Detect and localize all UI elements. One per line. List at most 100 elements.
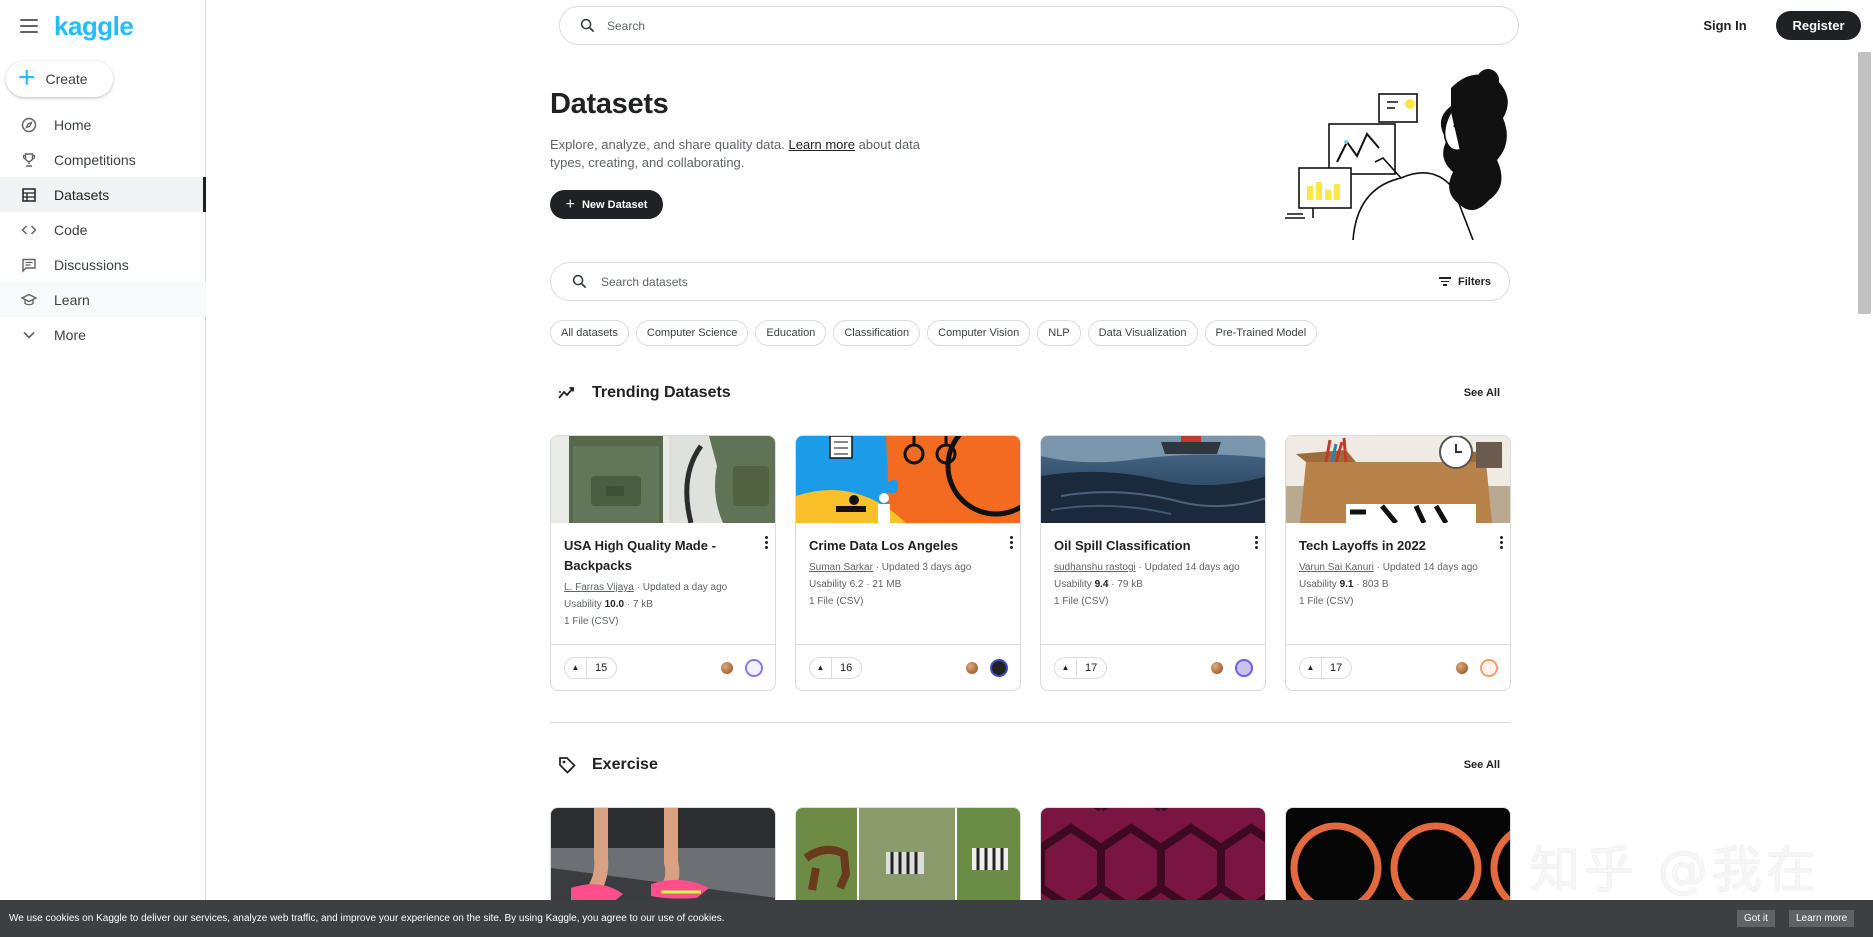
- global-search-input[interactable]: [607, 18, 1518, 33]
- chip-data-visualization[interactable]: Data Visualization: [1087, 320, 1198, 346]
- dataset-search-input[interactable]: [601, 274, 1509, 289]
- chip-computer-vision[interactable]: Computer Vision: [927, 320, 1031, 346]
- cookie-banner: We use cookies on Kaggle to deliver our …: [0, 900, 1873, 937]
- upvote-button[interactable]: ▲ 16: [809, 656, 863, 679]
- card-footer: ▲ 16: [796, 644, 1020, 690]
- usability-score: 10.0: [604, 599, 625, 610]
- usability-score: 9.1: [1339, 579, 1354, 590]
- search-icon: [580, 18, 595, 33]
- author-avatar[interactable]: [745, 658, 763, 677]
- sidebar-item-learn[interactable]: Learn: [0, 282, 206, 317]
- more-options-icon[interactable]: [1008, 536, 1014, 549]
- cookie-learn-more-button[interactable]: Learn more: [1789, 910, 1855, 927]
- see-all-trending-link[interactable]: See All: [1464, 387, 1500, 399]
- intro-text: Explore, analyze, and share quality data…: [550, 137, 789, 152]
- chip-classification[interactable]: Classification: [833, 320, 921, 346]
- dataset-meta: L. Farras Vijaya · Updated a day ago: [564, 579, 762, 596]
- filter-icon: [1438, 277, 1451, 286]
- sidebar: kaggle + Create Home Competitions Datase…: [0, 0, 206, 937]
- chip-computer-science[interactable]: Computer Science: [635, 320, 749, 346]
- hero-illustration: [1283, 68, 1511, 241]
- upvote-button[interactable]: ▲ 15: [564, 656, 618, 679]
- sidebar-item-more[interactable]: More: [0, 317, 206, 352]
- chip-all-datasets[interactable]: All datasets: [550, 320, 629, 346]
- brand: kaggle: [20, 12, 134, 40]
- see-all-exercise-link[interactable]: See All: [1464, 759, 1500, 771]
- scrollbar-thumb[interactable]: [1858, 52, 1871, 314]
- trending-up-icon: [556, 382, 578, 404]
- sidebar-item-label: Learn: [54, 291, 90, 308]
- dataset-card[interactable]: Crime Data Los Angeles Suman Sarkar · Up…: [795, 435, 1021, 691]
- sidebar-item-label: Code: [54, 221, 88, 238]
- dataset-author[interactable]: Suman Sarkar: [809, 562, 873, 573]
- section-title: Trending Datasets: [592, 384, 731, 401]
- sidebar-item-discussions[interactable]: Discussions: [0, 247, 206, 282]
- upvote-button[interactable]: ▲ 17: [1299, 656, 1353, 679]
- usability-label: Usability: [564, 599, 605, 610]
- upvote-arrow-icon: ▲: [1300, 657, 1322, 678]
- vote-count: 17: [1085, 661, 1098, 674]
- dataset-size: · 803 B: [1353, 579, 1389, 590]
- register-button[interactable]: Register: [1776, 11, 1861, 40]
- bronze-medal-icon: [966, 661, 978, 674]
- dataset-title[interactable]: Tech Layoffs in 2022: [1299, 536, 1497, 556]
- dataset-search-bar[interactable]: Filters: [550, 262, 1510, 301]
- card-footer: ▲ 17: [1286, 644, 1510, 690]
- chevron-down-icon: [20, 326, 38, 344]
- upvote-arrow-icon: ▲: [810, 657, 832, 678]
- sidebar-item-competitions[interactable]: Competitions: [0, 142, 206, 177]
- chip-pre-trained-model[interactable]: Pre-Trained Model: [1204, 320, 1318, 346]
- dataset-title[interactable]: Crime Data Los Angeles: [809, 536, 1007, 556]
- got-it-button[interactable]: Got it: [1737, 910, 1775, 927]
- author-avatar[interactable]: [990, 658, 1008, 677]
- dataset-author[interactable]: Varun Sai Kanuri: [1299, 562, 1374, 573]
- chip-nlp[interactable]: NLP: [1037, 320, 1081, 346]
- dataset-thumbnail: [1041, 436, 1265, 523]
- sidebar-nav: Home Competitions Datasets Code Discussi…: [0, 107, 206, 352]
- dataset-updated: · Updated 3 days ago: [872, 562, 972, 573]
- dataset-thumbnail: [551, 436, 775, 523]
- comment-icon: [20, 256, 38, 274]
- sign-in-button[interactable]: Sign In: [1690, 13, 1760, 37]
- kaggle-logo[interactable]: kaggle: [54, 12, 134, 40]
- usability-score: 6.2: [849, 579, 864, 590]
- author-avatar[interactable]: [1235, 658, 1253, 677]
- sidebar-item-home[interactable]: Home: [0, 107, 206, 142]
- dataset-usability: Usability 9.1 · 803 B: [1299, 576, 1497, 593]
- sidebar-item-label: Home: [54, 116, 92, 133]
- chip-education[interactable]: Education: [755, 320, 827, 346]
- dataset-author[interactable]: sudhanshu rastogi: [1054, 562, 1136, 573]
- new-dataset-button[interactable]: + New Dataset: [550, 190, 663, 219]
- more-options-icon[interactable]: [763, 536, 769, 549]
- tag-icon: [556, 754, 578, 776]
- dataset-thumbnail: [1286, 436, 1510, 523]
- dataset-title[interactable]: Oil Spill Classification: [1054, 536, 1252, 556]
- sidebar-item-label: Competitions: [54, 151, 136, 168]
- card-footer: ▲ 15: [551, 644, 775, 690]
- section-title: Exercise: [592, 756, 658, 773]
- upvote-button[interactable]: ▲ 17: [1054, 656, 1108, 679]
- dataset-card[interactable]: USA High Quality Made - Backpacks L. Far…: [550, 435, 776, 691]
- sidebar-item-code[interactable]: Code: [0, 212, 206, 247]
- sidebar-item-datasets[interactable]: Datasets: [0, 177, 206, 212]
- learn-more-link[interactable]: Learn more: [788, 137, 854, 152]
- bronze-medal-icon: [1211, 661, 1223, 674]
- more-options-icon[interactable]: [1498, 536, 1504, 549]
- more-options-icon[interactable]: [1253, 536, 1259, 549]
- author-avatar[interactable]: [1480, 658, 1498, 677]
- dataset-size: · 21 MB: [863, 579, 902, 590]
- dataset-usability: Usability 10.0 · 7 kB: [564, 596, 762, 613]
- dataset-card[interactable]: Oil Spill Classification sudhanshu rasto…: [1040, 435, 1266, 691]
- card-body: Oil Spill Classification sudhanshu rasto…: [1041, 523, 1265, 610]
- dataset-title[interactable]: USA High Quality Made - Backpacks: [564, 536, 762, 576]
- card-body: Crime Data Los Angeles Suman Sarkar · Up…: [796, 523, 1020, 610]
- global-search-bar[interactable]: [559, 6, 1519, 45]
- create-button[interactable]: + Create: [6, 61, 113, 97]
- vote-count: 17: [1330, 661, 1343, 674]
- dataset-files: 1 File (CSV): [1299, 596, 1354, 607]
- sidebar-item-label: Datasets: [54, 186, 110, 203]
- dataset-card[interactable]: Tech Layoffs in 2022 Varun Sai Kanuri · …: [1285, 435, 1511, 691]
- hamburger-menu-icon[interactable]: [20, 19, 38, 33]
- filters-button[interactable]: Filters: [1438, 263, 1491, 300]
- dataset-author[interactable]: L. Farras Vijaya: [564, 582, 634, 593]
